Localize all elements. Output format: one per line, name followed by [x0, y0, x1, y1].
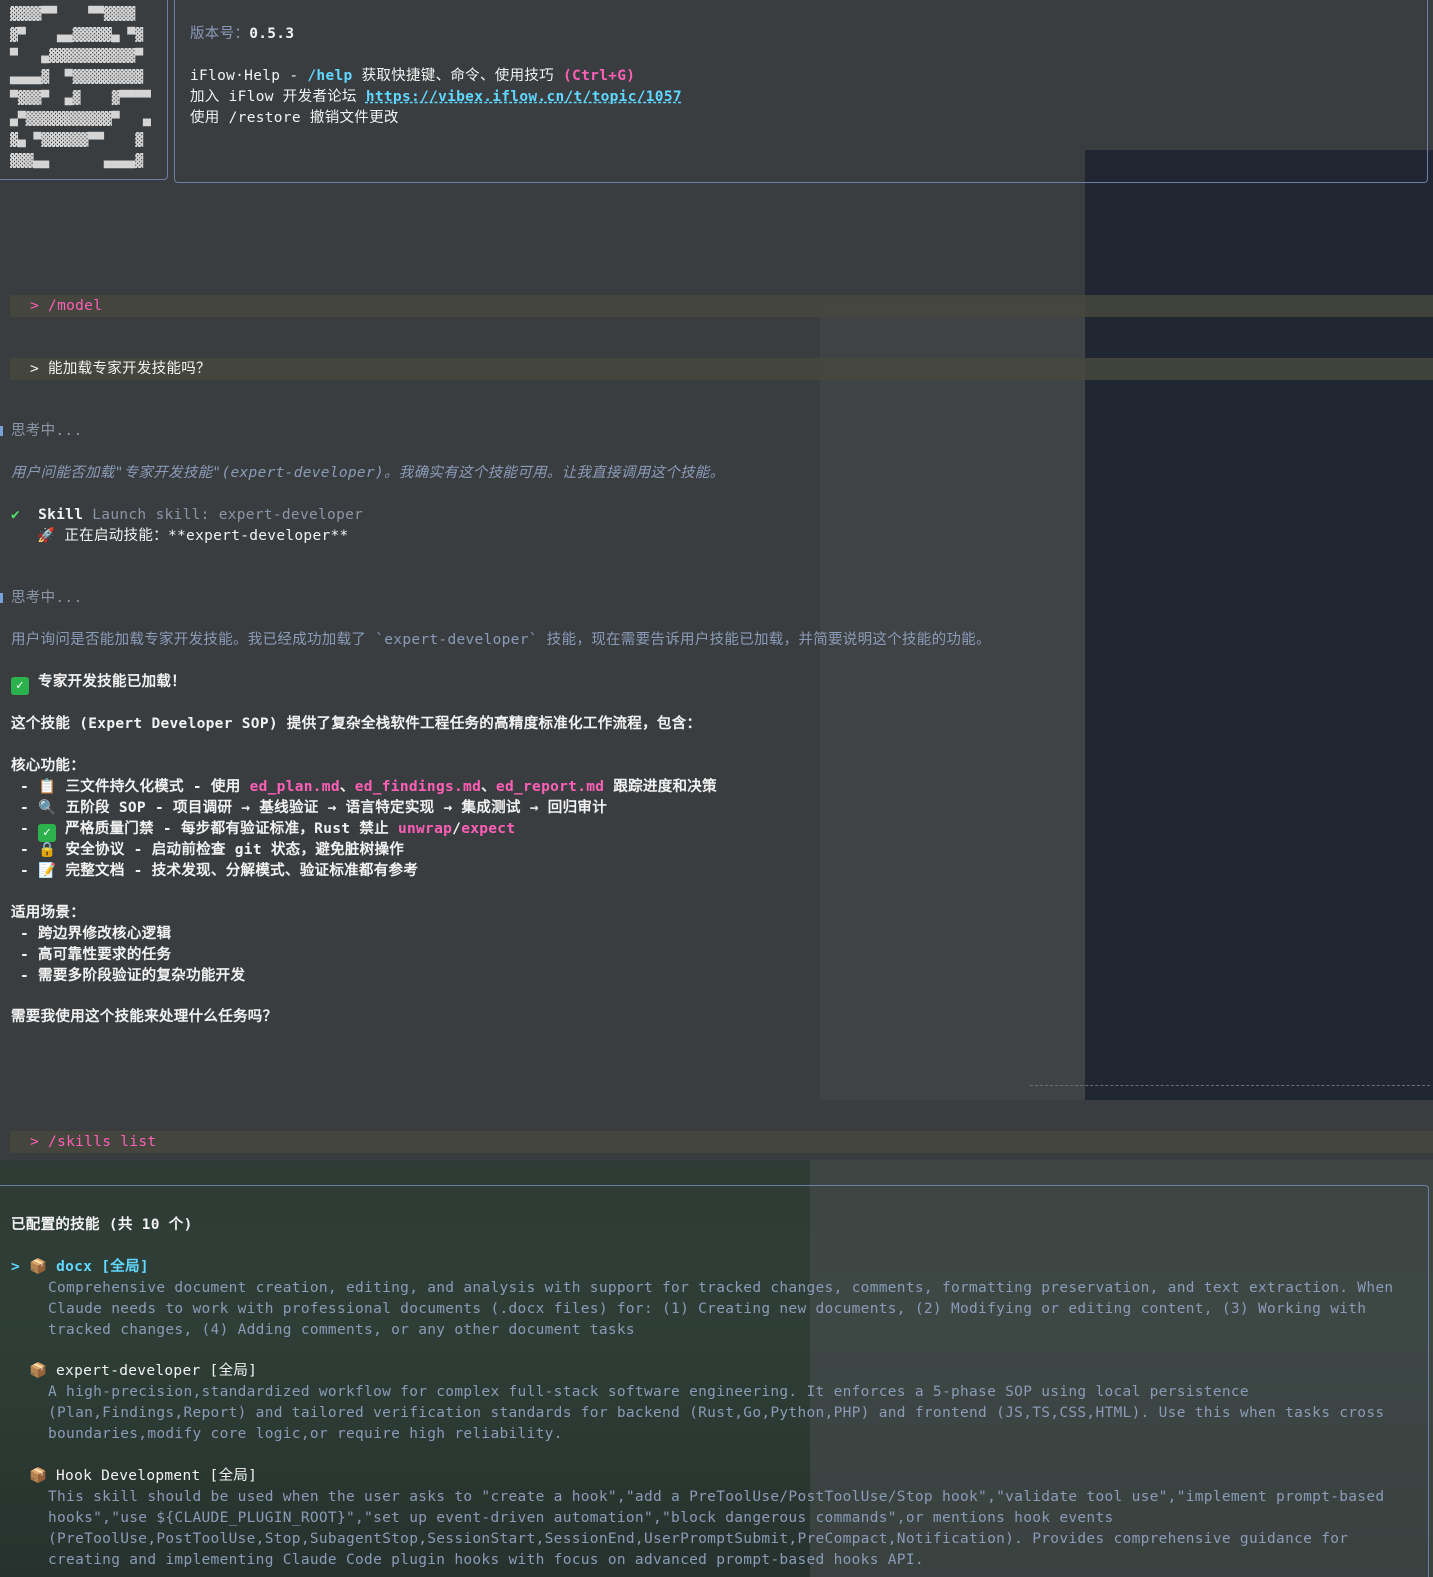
thinking-indicator-1: 思考中... — [11, 423, 83, 439]
feature-item-docs: - 📝 完整文档 - 技术发现、分解模式、验证标准都有参考 — [20, 863, 419, 879]
help-line: iFlow·Help - /help 获取快捷键、命令、使用技巧 (Ctrl+G… — [190, 66, 635, 87]
help-command[interactable]: /help — [307, 68, 352, 84]
skills-list-panel: 已配置的技能 (共 10 个) > 📦 docx [全局] Comprehens… — [0, 1185, 1429, 1577]
skill-intro: 这个技能 (Expert Developer SOP) 提供了复杂全栈软件工程任… — [11, 716, 702, 732]
feature-item-security: - 🔒 安全协议 - 启动前检查 git 状态，避免脏树操作 — [20, 842, 405, 858]
skill-description: A high-precision,standardized workflow f… — [48, 1384, 1385, 1442]
follow-up-question: 需要我使用这个技能来处理什么任务吗？ — [11, 1009, 278, 1025]
feature-text: 严格质量门禁 - 每步都有验证标准，Rust 禁止 — [56, 821, 398, 837]
thinking-indicator-2: 思考中... — [11, 590, 83, 606]
separator: 、 — [339, 779, 355, 795]
scenario-item: - 跨边界修改核心逻辑 — [20, 926, 172, 942]
skill-name: expert-developer — [56, 1363, 201, 1379]
unwrap-code: unwrap — [397, 821, 453, 837]
forum-link[interactable]: https://vibex.iflow.cn/t/topic/1057 — [366, 89, 682, 105]
skill-name: docx — [56, 1259, 93, 1275]
skill-call-line: ✔ Skill Launch skill: expert-developer — [11, 505, 363, 526]
skill-description: This skill should be used when the user … — [48, 1489, 1385, 1568]
forum-prefix: 加入 iFlow 开发者论坛 — [190, 89, 366, 105]
help-shortcut: (Ctrl+G) — [563, 68, 636, 84]
package-icon: 📦 — [29, 1468, 48, 1484]
version-line: 版本号：0.5.3 — [190, 24, 294, 45]
skill-scope: [全局] — [209, 1468, 258, 1484]
prompt-skills-list: > /skills list — [30, 1134, 157, 1150]
help-prefix: iFlow·Help - — [190, 68, 308, 84]
feature-item-persistence: - 📋 三文件持久化模式 - 使用 ed_plan.md、ed_findings… — [20, 777, 717, 798]
prompt-bar-question — [10, 358, 1433, 380]
skill-tool-label: Skill — [38, 507, 84, 523]
welcome-info-box: 版本号：0.5.3 iFlow·Help - /help 获取快捷键、命令、使用… — [174, 0, 1428, 183]
loaded-title-text: 专家开发技能已加载！ — [29, 674, 187, 690]
skill-launch-text: Launch skill: expert-developer — [83, 507, 364, 523]
skills-panel-title: 已配置的技能 (共 10 个) — [11, 1217, 193, 1233]
skill-item-expert-developer[interactable]: 📦 expert-developer [全局] — [29, 1361, 257, 1382]
help-desc: 获取快捷键、命令、使用技巧 — [352, 68, 564, 84]
report-file: ed_report.md — [495, 779, 605, 795]
findings-file: ed_findings.md — [354, 779, 482, 795]
skill-item-docx[interactable]: > 📦 docx [全局] — [11, 1257, 149, 1278]
package-icon: 📦 — [29, 1363, 48, 1379]
check-mark-icon: ✓ — [11, 677, 29, 695]
loaded-title: ✓ 专家开发技能已加载！ — [11, 672, 186, 695]
skill-item-hook-development[interactable]: 📦 Hook Development [全局] — [29, 1466, 257, 1487]
plan-file: ed_plan.md — [249, 779, 340, 795]
scenario-heading: 适用场景： — [11, 905, 85, 921]
prompt-bar-skills — [10, 1131, 1433, 1153]
scenario-item: - 需要多阶段验证的复杂功能开发 — [20, 968, 246, 984]
prompt-model: > /model — [30, 298, 103, 314]
prompt-question: > 能加载专家开发技能吗？ — [30, 361, 211, 377]
iflow-ascii-logo: ▓▓▓▓▀▀ ▀▀▓▓▓▓ ▓▀ ▄▄▓▓▓▓▓▄ ▀▓ ▀ ▄▓▓▓▓▓▓▓▓… — [10, 7, 151, 169]
selection-cursor: > — [11, 1259, 21, 1275]
feature-text: 跟踪进度和决策 — [604, 779, 717, 795]
restore-line: 使用 /restore 撤销文件更改 — [190, 110, 399, 126]
skill-scope: [全局] — [101, 1259, 149, 1275]
skill-starting-text: 🚀 正在启动技能：**expert-developer** — [37, 528, 349, 544]
version-value: 0.5.3 — [249, 26, 295, 42]
reasoning-text-1: 用户问能否加载"专家开发技能"(expert-developer)。我确实有这个… — [11, 465, 725, 481]
separator: 、 — [481, 779, 496, 795]
reasoning-text-2: 用户询问是否能加载专家开发技能。我已经成功加载了 `expert-develop… — [11, 632, 991, 648]
skill-check-icon: ✔ — [11, 507, 21, 523]
feature-item-quality: - ✓ 严格质量门禁 - 每步都有验证标准，Rust 禁止 unwrap/exp… — [20, 821, 516, 842]
separator: / — [452, 821, 462, 837]
skill-name: Hook Development — [56, 1468, 201, 1484]
feature-text: - 📋 三文件持久化模式 - 使用 — [20, 779, 250, 795]
version-label: 版本号： — [190, 26, 250, 42]
expect-code: expect — [461, 821, 516, 837]
skill-scope: [全局] — [209, 1363, 258, 1379]
forum-line: 加入 iFlow 开发者论坛 https://vibex.iflow.cn/t/… — [190, 87, 682, 108]
scenario-item: - 高可靠性要求的任务 — [20, 947, 172, 963]
prompt-bar-model — [10, 295, 1433, 317]
core-heading: 核心功能： — [11, 758, 85, 774]
feature-item-sop: - 🔍 五阶段 SOP - 项目调研 → 基线验证 → 语言特定实现 → 集成测… — [20, 800, 608, 816]
thinking-marker — [0, 593, 3, 603]
iflow-logo-box: ▓▓▓▓▀▀ ▀▀▓▓▓▓ ▓▀ ▄▄▓▓▓▓▓▄ ▀▓ ▀ ▄▓▓▓▓▓▓▓▓… — [0, 0, 168, 180]
package-icon: 📦 — [29, 1259, 48, 1275]
skill-description: Comprehensive document creation, editing… — [48, 1280, 1394, 1338]
thinking-marker — [0, 426, 3, 436]
